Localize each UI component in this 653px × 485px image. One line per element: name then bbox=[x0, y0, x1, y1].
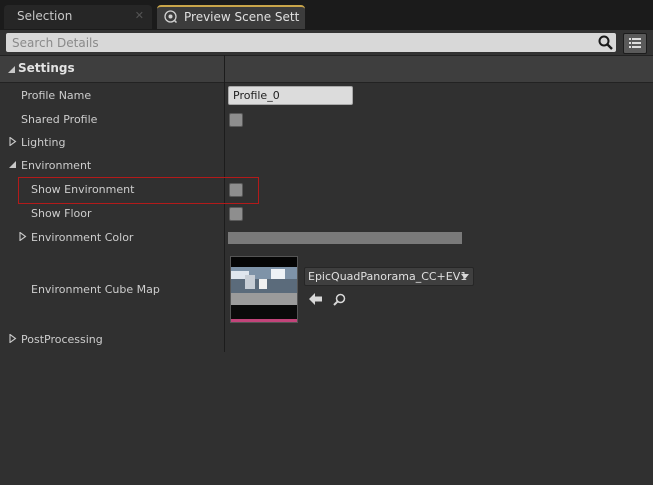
tab-selection-label: Selection bbox=[17, 9, 73, 23]
environment-color-label[interactable]: Environment Color bbox=[31, 231, 133, 244]
arrow-left-icon[interactable] bbox=[309, 293, 323, 305]
show-floor-checkbox[interactable] bbox=[229, 207, 243, 221]
environment-cube-map-label: Environment Cube Map bbox=[31, 283, 160, 296]
magnifier-icon[interactable] bbox=[333, 293, 346, 306]
profile-name-label: Profile Name bbox=[21, 89, 92, 102]
search-row bbox=[0, 30, 653, 55]
settings-category[interactable]: Settings bbox=[0, 55, 653, 83]
view-options-icon bbox=[629, 38, 641, 48]
show-floor-label: Show Floor bbox=[31, 207, 92, 220]
panorama-image bbox=[231, 257, 297, 322]
environment-label[interactable]: Environment bbox=[21, 159, 91, 172]
post-processing-label[interactable]: PostProcessing bbox=[21, 333, 103, 346]
collapsed-arrow-icon[interactable] bbox=[18, 232, 27, 241]
cube-map-thumbnail[interactable] bbox=[230, 256, 298, 323]
tab-preview-label: Preview Scene Sett bbox=[184, 10, 300, 24]
collapsed-arrow-icon[interactable] bbox=[8, 334, 17, 343]
profile-name-field[interactable]: Profile_0 bbox=[228, 86, 353, 105]
shared-profile-checkbox[interactable] bbox=[229, 113, 243, 127]
show-environment-label: Show Environment bbox=[31, 183, 135, 196]
show-environment-checkbox[interactable] bbox=[229, 183, 243, 197]
close-icon[interactable]: ✕ bbox=[135, 5, 144, 27]
view-options-button[interactable] bbox=[623, 33, 647, 54]
details-icon bbox=[164, 10, 177, 23]
expanded-arrow-icon[interactable] bbox=[8, 160, 17, 169]
environment-color-swatch[interactable] bbox=[228, 232, 462, 244]
lighting-label[interactable]: Lighting bbox=[21, 136, 65, 149]
chevron-down-icon bbox=[461, 274, 469, 279]
details-panel: Settings Profile Name Profile_0 Shared P… bbox=[0, 30, 653, 485]
tab-bar: Selection ✕ Preview Scene Sett bbox=[0, 0, 653, 30]
shared-profile-label: Shared Profile bbox=[21, 113, 98, 126]
tab-preview-scene-settings[interactable]: Preview Scene Sett bbox=[157, 5, 305, 29]
search-icon[interactable] bbox=[598, 35, 613, 50]
collapsed-arrow-icon[interactable] bbox=[8, 137, 17, 146]
cube-map-asset-name: EpicQuadPanorama_CC+EV1 bbox=[308, 270, 468, 283]
search-input[interactable] bbox=[6, 33, 586, 52]
settings-category-label: Settings bbox=[18, 61, 75, 75]
search-box bbox=[6, 33, 616, 52]
cube-map-asset-combo[interactable]: EpicQuadPanorama_CC+EV1 bbox=[304, 267, 474, 286]
tab-selection[interactable]: Selection ✕ bbox=[4, 5, 152, 29]
expanded-arrow-icon bbox=[8, 66, 15, 73]
